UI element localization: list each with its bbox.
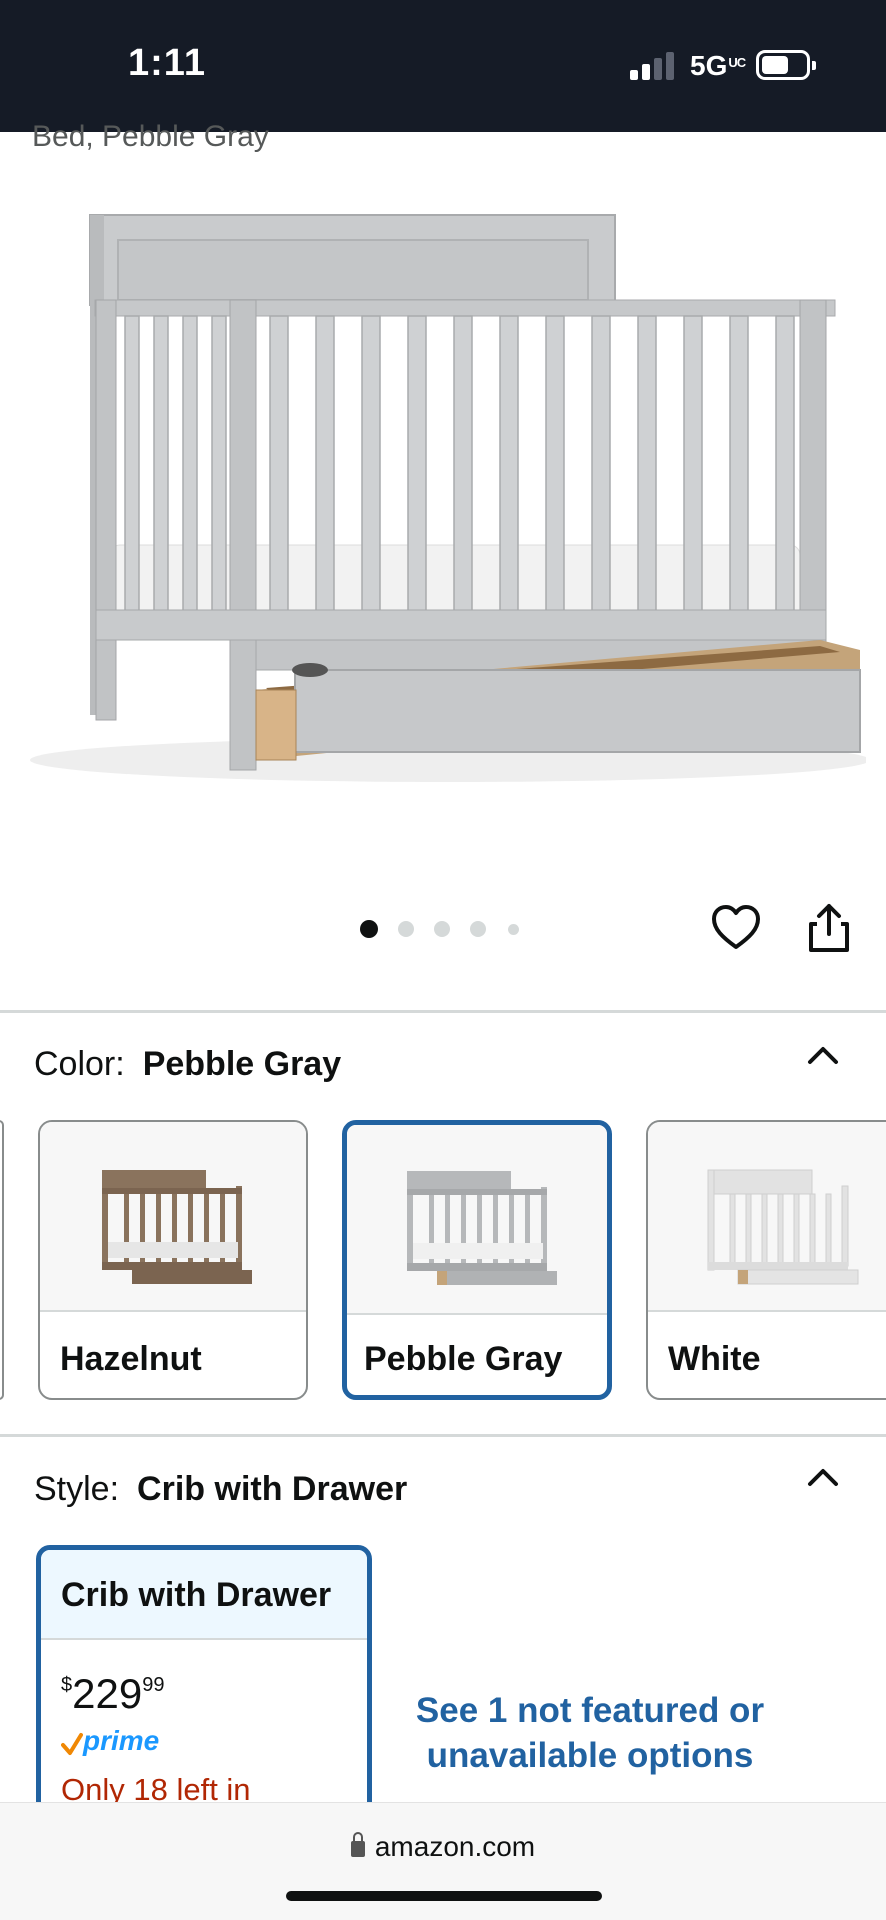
browser-address-bar[interactable]: amazon.com: [0, 1802, 886, 1920]
divider: [0, 1434, 886, 1437]
chevron-up-icon[interactable]: [805, 1464, 841, 1490]
color-option-name: Hazelnut: [60, 1340, 202, 1378]
style-card-title: Crib with Drawer: [61, 1576, 332, 1614]
url-display[interactable]: amazon.com: [0, 1831, 886, 1863]
heart-icon[interactable]: [710, 902, 762, 954]
chevron-up-icon[interactable]: [805, 1042, 841, 1068]
share-icon[interactable]: [803, 902, 855, 954]
price: $22999: [61, 1670, 165, 1717]
signal-icon: [630, 52, 674, 80]
see-unavailable-options-link[interactable]: See 1 not featured or unavailable option…: [410, 1688, 770, 1778]
color-selected: Pebble Gray: [142, 1045, 342, 1083]
status-bar: 1:11 5GUC: [0, 0, 886, 132]
color-option-name: White: [668, 1340, 761, 1378]
pagination-dot[interactable]: [434, 921, 450, 937]
swatch-thumbnail: [648, 1122, 886, 1312]
swatch-thumbnail: [347, 1125, 607, 1315]
style-selected: Crib with Drawer: [137, 1470, 408, 1508]
color-option-pebble-gray[interactable]: Pebble Gray: [342, 1120, 612, 1400]
pagination-dot[interactable]: [470, 921, 486, 937]
color-option-hazelnut[interactable]: Hazelnut: [38, 1120, 308, 1400]
product-image[interactable]: [20, 200, 866, 800]
lock-icon: [350, 1832, 365, 1857]
product-title: Bed, Pebble Gray: [32, 120, 269, 153]
swatch-edge: [0, 1120, 4, 1400]
image-pagination[interactable]: [360, 918, 530, 942]
color-option-white[interactable]: White: [646, 1120, 886, 1400]
divider: [0, 1010, 886, 1013]
color-option-name: Pebble Gray: [364, 1340, 563, 1378]
pagination-dot[interactable]: [398, 921, 414, 937]
pagination-dot[interactable]: [360, 920, 378, 938]
status-time: 1:11: [128, 42, 206, 84]
battery-icon: [756, 50, 816, 80]
network-label: 5GUC: [690, 50, 746, 81]
style-label: Style: Crib with Drawer: [34, 1470, 408, 1508]
color-label: Color: Pebble Gray: [34, 1045, 342, 1083]
swatch-thumbnail: [40, 1122, 306, 1312]
style-card-header: Crib with Drawer: [41, 1550, 367, 1640]
prime-check-icon: [61, 1733, 83, 1755]
pagination-dot[interactable]: [508, 924, 519, 935]
home-indicator[interactable]: [286, 1891, 602, 1901]
